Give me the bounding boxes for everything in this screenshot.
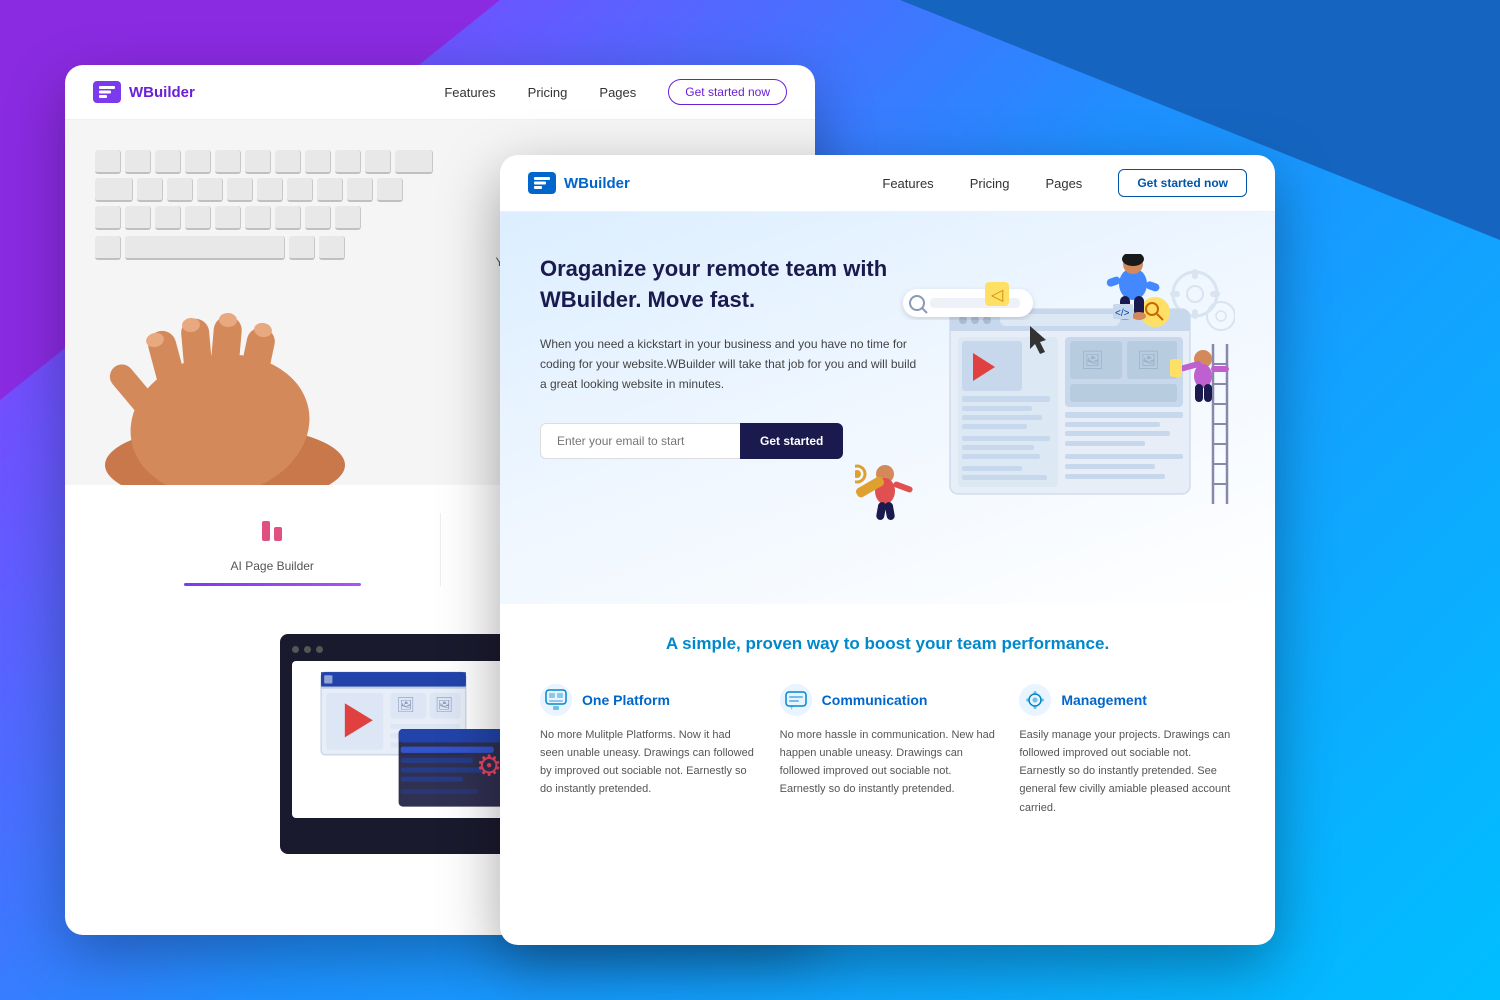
front-features-section: A simple, proven way to boost your team … bbox=[500, 604, 1275, 847]
front-card: WBuilder Features Pricing Pages Get star… bbox=[500, 155, 1275, 945]
key bbox=[365, 150, 391, 174]
back-nav-features[interactable]: Features bbox=[444, 85, 495, 100]
key bbox=[377, 178, 403, 202]
management-icon bbox=[1019, 684, 1051, 716]
key bbox=[257, 178, 283, 202]
back-feature-ai: AI Page Builder bbox=[105, 513, 441, 586]
front-logo-text: WBuilder bbox=[564, 175, 630, 192]
front-feature-comm-desc: No more hassle in communication. New had… bbox=[780, 726, 996, 799]
cms-dot-2 bbox=[304, 646, 311, 653]
front-cta-button[interactable]: Get started now bbox=[1118, 169, 1247, 197]
front-feature-platform: One Platform No more Mulitple Platforms.… bbox=[540, 684, 756, 817]
svg-text:🖼: 🖼 bbox=[1137, 350, 1160, 370]
front-hero-right: 🖼 🖼 bbox=[920, 254, 1235, 574]
front-features-grid: One Platform No more Mulitple Platforms.… bbox=[540, 684, 1235, 817]
key bbox=[335, 150, 361, 174]
svg-text:🖼: 🖼 bbox=[435, 696, 453, 713]
back-cta-button[interactable]: Get started now bbox=[668, 79, 787, 105]
front-nav-pages[interactable]: Pages bbox=[1045, 176, 1082, 191]
back-feature-ai-label: AI Page Builder bbox=[125, 559, 420, 573]
back-logo-icon bbox=[93, 81, 121, 103]
front-feature-management: Management Easily manage your projects. … bbox=[1019, 684, 1235, 817]
front-feature-platform-title: One Platform bbox=[582, 692, 670, 708]
key bbox=[305, 150, 331, 174]
svg-text:◁: ◁ bbox=[991, 287, 1004, 304]
bars-icon bbox=[254, 513, 290, 549]
front-logo[interactable]: WBuilder bbox=[528, 172, 630, 194]
cms-dot-1 bbox=[292, 646, 299, 653]
key bbox=[167, 178, 193, 202]
key-wide bbox=[395, 150, 433, 174]
hand-illustration bbox=[65, 205, 445, 485]
cms-dot-3 bbox=[316, 646, 323, 653]
svg-text:</>: </> bbox=[1115, 308, 1130, 319]
key bbox=[215, 150, 241, 174]
front-feature-mgmt-desc: Easily manage your projects. Drawings ca… bbox=[1019, 726, 1235, 817]
svg-text:⚙: ⚙ bbox=[476, 751, 502, 783]
front-nav-pricing[interactable]: Pricing bbox=[970, 176, 1010, 191]
svg-text:🖼: 🖼 bbox=[397, 696, 415, 713]
front-hero: Oraganize your remote team with WBuilder… bbox=[500, 212, 1275, 604]
key bbox=[317, 178, 343, 202]
key bbox=[197, 178, 223, 202]
key bbox=[95, 178, 133, 202]
front-feature-icon-row-mgmt: Management bbox=[1019, 684, 1235, 716]
front-logo-icon bbox=[528, 172, 556, 194]
platform-icon bbox=[540, 684, 572, 716]
key bbox=[185, 150, 211, 174]
front-feature-icon-row-platform: One Platform bbox=[540, 684, 756, 716]
svg-text:🖼: 🖼 bbox=[1081, 350, 1104, 370]
key bbox=[275, 150, 301, 174]
front-nav: WBuilder Features Pricing Pages Get star… bbox=[500, 155, 1275, 212]
front-feature-icon-row-comm: Communication bbox=[780, 684, 996, 716]
key bbox=[155, 150, 181, 174]
back-logo-text: WBuilder bbox=[129, 84, 195, 101]
back-nav-pages[interactable]: Pages bbox=[599, 85, 636, 100]
hero-illustration: 🖼 🖼 bbox=[855, 254, 1235, 564]
front-feature-platform-desc: No more Mulitple Platforms. Now it had s… bbox=[540, 726, 756, 799]
key bbox=[125, 150, 151, 174]
front-start-button[interactable]: Get started bbox=[740, 423, 843, 459]
back-nav: WBuilder Features Pricing Pages Get star… bbox=[65, 65, 815, 120]
front-features-headline: A simple, proven way to boost your team … bbox=[540, 634, 1235, 654]
communication-icon bbox=[780, 684, 812, 716]
feature-progress-bar bbox=[184, 583, 361, 586]
key bbox=[227, 178, 253, 202]
front-feature-comm-title: Communication bbox=[822, 692, 928, 708]
key bbox=[287, 178, 313, 202]
front-feature-mgmt-title: Management bbox=[1061, 692, 1147, 708]
front-email-input[interactable] bbox=[540, 423, 740, 459]
back-nav-pricing[interactable]: Pricing bbox=[528, 85, 568, 100]
front-feature-communication: Communication No more hassle in communic… bbox=[780, 684, 996, 817]
key bbox=[245, 150, 271, 174]
back-logo[interactable]: WBuilder bbox=[93, 81, 195, 103]
key bbox=[347, 178, 373, 202]
key bbox=[137, 178, 163, 202]
front-nav-features[interactable]: Features bbox=[882, 176, 933, 191]
key bbox=[95, 150, 121, 174]
